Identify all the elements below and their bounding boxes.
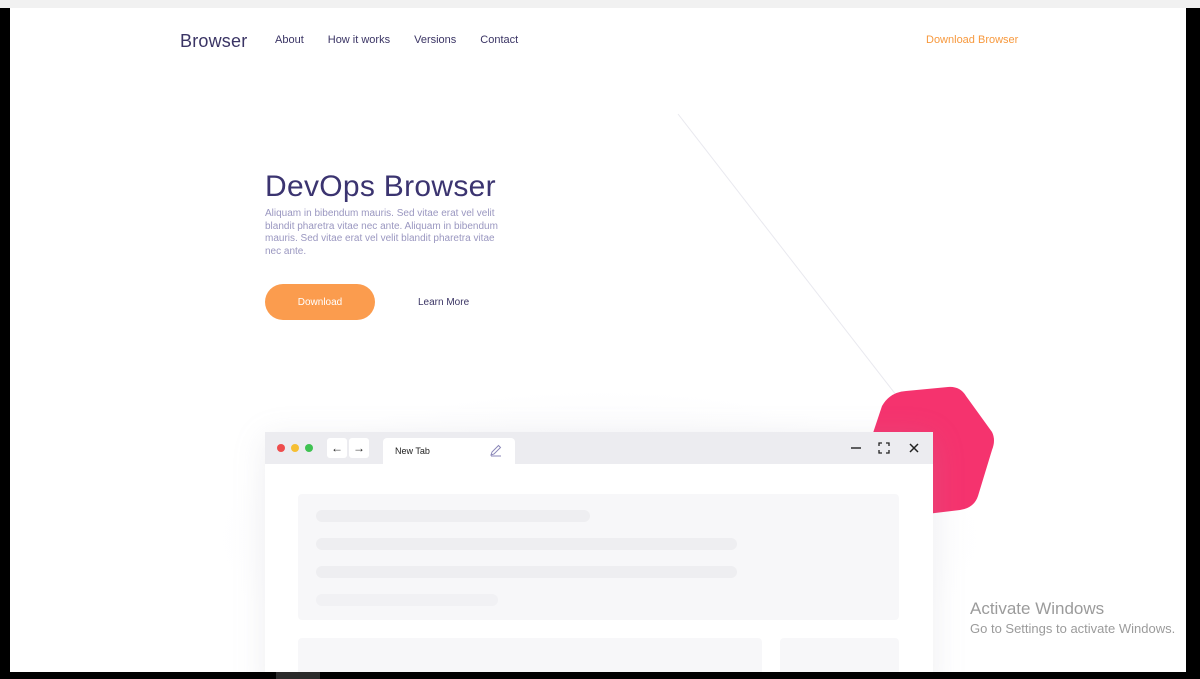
nav-link-contact[interactable]: Contact [480, 34, 518, 46]
hero-title: DevOps Browser [265, 170, 496, 203]
taskbar-item[interactable] [276, 672, 320, 679]
browser-titlebar: ← → New Tab [265, 432, 933, 464]
taskbar [0, 672, 1200, 679]
skeleton-line [316, 594, 498, 606]
nav-link-versions[interactable]: Versions [414, 34, 456, 46]
content-card-secondary [298, 638, 762, 672]
close-icon[interactable] [906, 440, 922, 456]
skeleton-line [316, 510, 590, 522]
maximize-icon[interactable] [876, 440, 892, 456]
tab-new-tab[interactable]: New Tab [383, 438, 515, 464]
download-button[interactable]: Download [265, 284, 375, 320]
content-card [298, 494, 899, 620]
brand-logo[interactable]: Browser [180, 31, 247, 52]
download-browser-link[interactable]: Download Browser [926, 34, 1018, 46]
watermark-title: Activate Windows [970, 599, 1105, 618]
browser-mockup: ← → New Tab [265, 432, 933, 672]
arrow-right-icon[interactable]: → [349, 438, 369, 458]
tab-label: New Tab [395, 446, 430, 456]
activate-windows-watermark: Activate Windows Go to Settings to activ… [970, 599, 1175, 638]
minimize-dot-icon[interactable] [291, 444, 299, 452]
minimize-icon[interactable] [848, 440, 864, 456]
pencil-icon[interactable] [489, 443, 503, 457]
zoom-dot-icon[interactable] [305, 444, 313, 452]
close-dot-icon[interactable] [277, 444, 285, 452]
landing-page: Browser About How it works Versions Cont… [10, 8, 1186, 672]
content-card-side [780, 638, 899, 672]
hero-description: Aliquam in bibendum mauris. Sed vitae er… [265, 208, 498, 257]
watermark-subtitle: Go to Settings to activate Windows. [970, 621, 1176, 636]
top-strip [0, 0, 1200, 8]
learn-more-link[interactable]: Learn More [418, 297, 469, 308]
skeleton-line [316, 538, 737, 550]
nav-link-how-it-works[interactable]: How it works [328, 34, 390, 46]
nav-links: About How it works Versions Contact [275, 34, 542, 46]
nav-link-about[interactable]: About [275, 34, 304, 46]
arrow-left-icon[interactable]: ← [327, 438, 347, 458]
skeleton-line [316, 566, 737, 578]
